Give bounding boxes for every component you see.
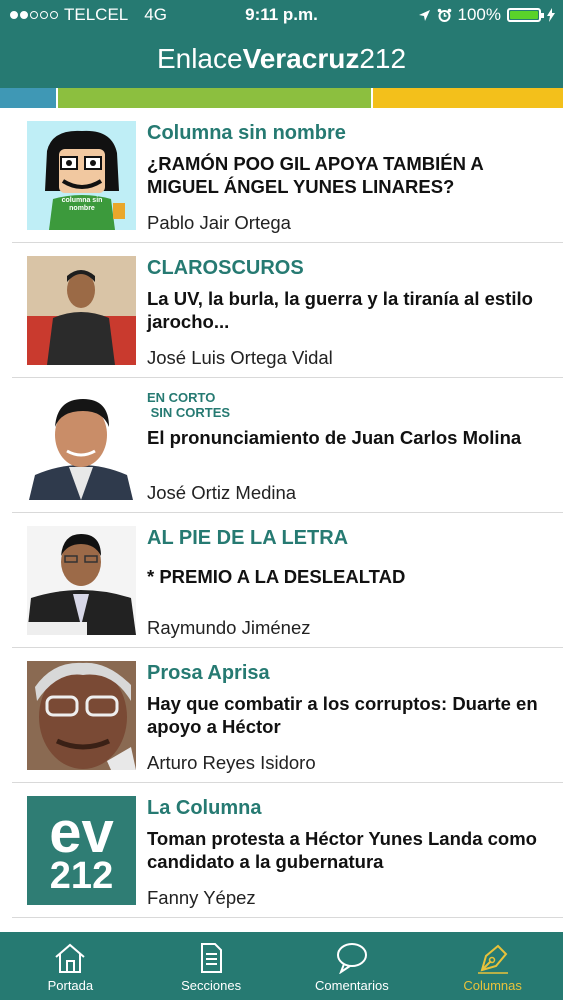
- speech-bubble-icon: [336, 943, 367, 974]
- column-name: La Columna: [147, 797, 262, 819]
- column-item[interactable]: ev 212 La Columna Toman protesta a Hécto…: [12, 783, 563, 918]
- app-header: EnlaceVeracruz212: [0, 30, 563, 88]
- column-name: EN CORTO SIN CORTES: [147, 390, 231, 420]
- pen-nib-icon: [477, 944, 508, 974]
- tab-label: Columnas: [463, 978, 522, 993]
- location-arrow-icon: [418, 9, 430, 21]
- status-bar: TELCEL 4G 9:11 p.m. 100%: [0, 0, 563, 30]
- column-item[interactable]: AL PIE DE LA LETRA * PREMIO A LA DESLEAL…: [12, 513, 563, 648]
- column-author: Fanny Yépez: [147, 887, 256, 908]
- column-headline: Hay que combatir a los corruptos: Duarte…: [147, 693, 538, 737]
- logo-ev-text: ev: [49, 800, 114, 865]
- tab-label: Comentarios: [315, 978, 389, 993]
- column-headline: El pronunciamiento de Juan Carlos Molina: [147, 427, 522, 448]
- app-title: EnlaceVeracruz212: [156, 43, 407, 74]
- logo-212-text: 212: [49, 855, 114, 897]
- column-item[interactable]: Prosa Aprisa Hay que combatir a los corr…: [12, 648, 563, 783]
- column-author: Pablo Jair Ortega: [147, 212, 291, 233]
- tab-bar: Portada Secciones Comentarios Columnas: [0, 932, 563, 1000]
- column-headline: La UV, la burla, la guerra y la tiranía …: [147, 288, 533, 332]
- column-headline: ¿RAMÓN POO GIL APOYA TAMBIÉN A MIGUEL ÁN…: [147, 153, 484, 197]
- tab-portada[interactable]: Portada: [0, 932, 141, 1000]
- tab-label: Secciones: [181, 978, 242, 993]
- columns-list: columna sin nombre Columna sin nombre ¿R…: [0, 108, 563, 918]
- column-author: José Ortiz Medina: [147, 482, 297, 503]
- alarm-clock-icon: [437, 8, 451, 22]
- column-thumbnail-logo: ev 212: [27, 796, 136, 905]
- column-thumbnail: [27, 526, 136, 635]
- column-thumbnail: [27, 391, 136, 500]
- stripe-green: [58, 88, 371, 108]
- house-icon: [55, 943, 86, 973]
- stripe-yellow: [373, 88, 563, 108]
- document-icon: [201, 943, 223, 973]
- column-name: CLAROSCUROS: [147, 257, 304, 279]
- thumbnail-caption: columna sin nombre: [61, 197, 103, 212]
- column-author: José Luis Ortega Vidal: [147, 347, 333, 368]
- column-name: Prosa Aprisa: [147, 662, 270, 684]
- tab-secciones[interactable]: Secciones: [141, 932, 282, 1000]
- status-right: 100%: [418, 5, 555, 25]
- column-headline: * PREMIO A LA DESLEALTAD: [147, 566, 406, 587]
- tab-label: Portada: [47, 978, 94, 993]
- column-item[interactable]: columna sin nombre Columna sin nombre ¿R…: [12, 108, 563, 243]
- column-author: Raymundo Jiménez: [147, 617, 311, 638]
- battery-percent: 100%: [457, 5, 501, 24]
- column-name: Columna sin nombre: [147, 122, 346, 144]
- column-thumbnail: columna sin nombre: [27, 121, 136, 230]
- brand-color-stripe: [0, 88, 563, 108]
- column-headline: Toman protesta a Héctor Yunes Landa como…: [147, 828, 537, 872]
- column-thumbnail: [27, 661, 136, 770]
- charging-bolt-icon: [547, 8, 555, 22]
- battery-icon: [507, 8, 544, 22]
- column-item[interactable]: CLAROSCUROS La UV, la burla, la guerra y…: [12, 243, 563, 378]
- stripe-blue: [0, 88, 56, 108]
- column-thumbnail: [27, 256, 136, 365]
- tab-comentarios[interactable]: Comentarios: [282, 932, 423, 1000]
- tab-columnas[interactable]: Columnas: [422, 932, 563, 1000]
- column-name: AL PIE DE LA LETRA: [147, 527, 349, 549]
- column-author: Arturo Reyes Isidoro: [147, 752, 316, 773]
- column-item[interactable]: EN CORTO SIN CORTES El pronunciamiento d…: [12, 378, 563, 513]
